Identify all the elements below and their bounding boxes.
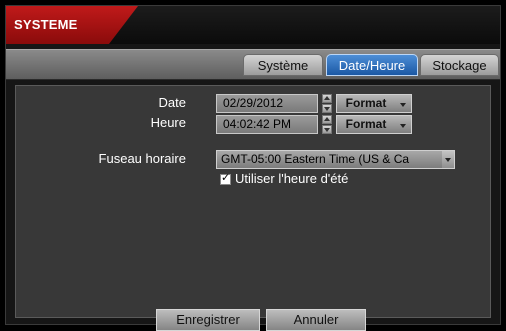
timezone-label: Fuseau horaire xyxy=(98,151,186,166)
tab-bar: Système Date/Heure Stockage xyxy=(6,49,500,80)
tab-date-heure[interactable]: Date/Heure xyxy=(326,54,418,76)
chevron-down-icon xyxy=(442,151,454,168)
tab-systeme[interactable]: Système xyxy=(243,54,323,76)
time-format-label: Format xyxy=(345,117,387,131)
save-button[interactable]: Enregistrer xyxy=(156,309,260,331)
content-panel: Date 02/29/2012 Format Heure 04:02:42 PM… xyxy=(15,85,491,331)
dst-label: Utiliser l'heure d'été xyxy=(235,171,349,186)
title-bar: SYSTEME xyxy=(6,6,500,44)
timezone-select[interactable]: GMT-05:00 Eastern Time (US & Ca xyxy=(216,150,455,169)
window-title: SYSTEME xyxy=(14,17,78,32)
time-field[interactable]: 04:02:42 PM xyxy=(216,115,318,134)
spin-up-icon[interactable] xyxy=(322,94,332,103)
date-field[interactable]: 02/29/2012 xyxy=(216,94,318,113)
dst-checkbox[interactable] xyxy=(220,171,231,185)
time-spinner[interactable] xyxy=(322,115,332,134)
spin-down-icon[interactable] xyxy=(322,125,332,134)
date-spinner[interactable] xyxy=(322,94,332,113)
spin-down-icon[interactable] xyxy=(322,104,332,113)
spin-up-icon[interactable] xyxy=(322,115,332,124)
date-format-button[interactable]: Format xyxy=(336,94,412,113)
chevron-down-icon xyxy=(400,103,406,107)
timezone-value: GMT-05:00 Eastern Time (US & Ca xyxy=(221,152,410,166)
settings-window: SYSTEME Système Date/Heure Stockage Date… xyxy=(5,5,501,331)
date-format-label: Format xyxy=(345,96,387,110)
cancel-button[interactable]: Annuler xyxy=(266,309,366,331)
time-format-button[interactable]: Format xyxy=(336,115,412,134)
time-label: Heure xyxy=(150,115,186,130)
tab-stockage[interactable]: Stockage xyxy=(420,54,499,76)
date-label: Date xyxy=(158,95,186,110)
chevron-down-icon xyxy=(400,124,406,128)
